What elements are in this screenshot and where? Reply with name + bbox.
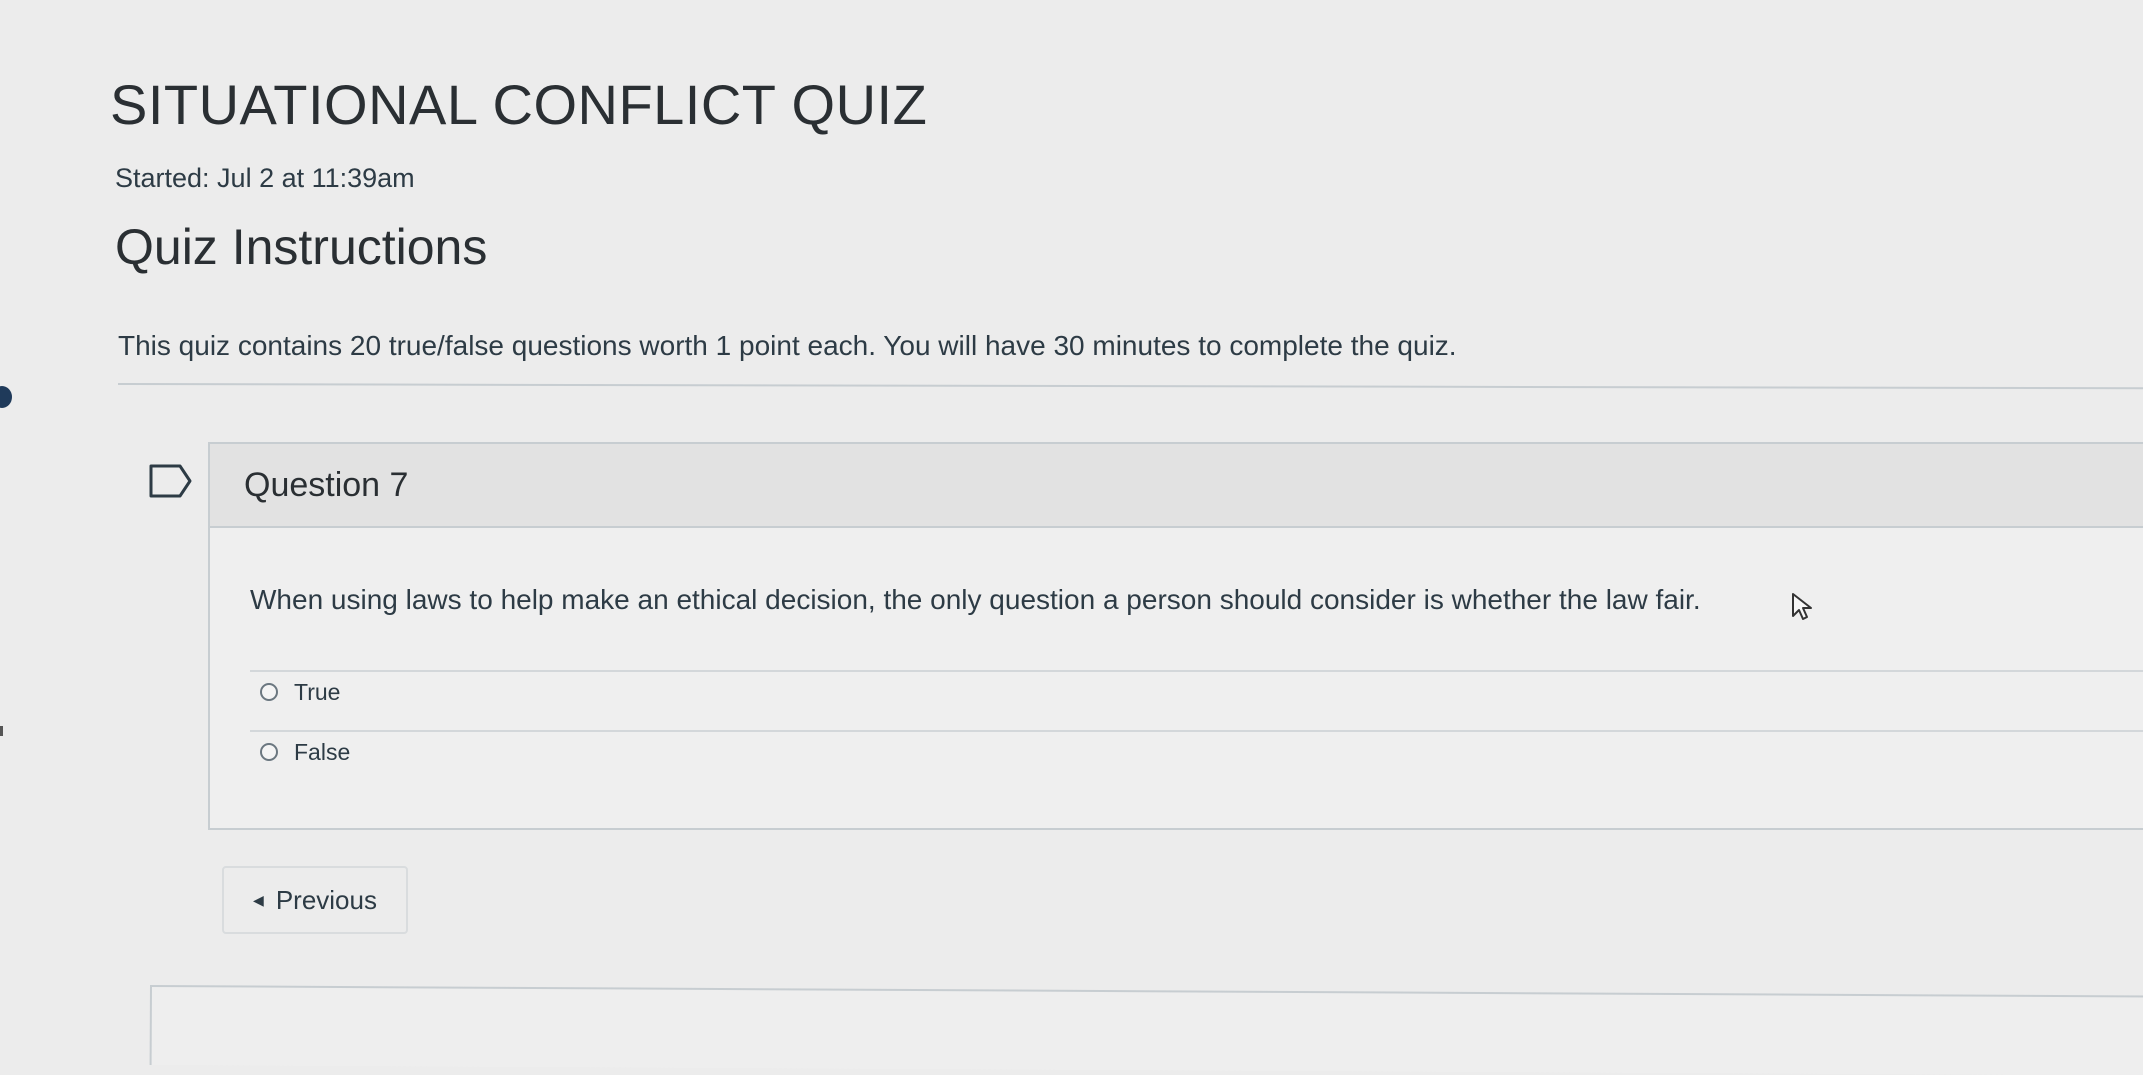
edge-mark xyxy=(0,726,3,736)
instructions-heading: Quiz Instructions xyxy=(115,219,488,275)
divider xyxy=(117,383,2143,390)
answers-divider xyxy=(250,730,2143,732)
answers-divider xyxy=(250,670,2143,672)
answer-option-false[interactable]: False xyxy=(260,732,350,772)
flag-question-icon[interactable] xyxy=(148,463,194,499)
page-title: SITUATIONAL CONFLICT QUIZ xyxy=(110,73,928,136)
previous-button-label: Previous xyxy=(275,884,377,915)
quiz-page: SITUATIONAL CONFLICT QUIZ Started: Jul 2… xyxy=(0,0,2143,1075)
answer-label-false: False xyxy=(294,738,351,765)
answer-label-true: True xyxy=(294,678,341,705)
question-header: Question 7 xyxy=(210,444,2143,528)
question-text: When using laws to help make an ethical … xyxy=(250,584,1701,615)
question-card: Question 7 When using laws to help make … xyxy=(208,442,2143,830)
radio-button-false[interactable] xyxy=(260,743,278,761)
mouse-cursor-icon xyxy=(1792,593,1812,620)
caret-left-icon: ◀ xyxy=(253,891,264,908)
previous-button[interactable]: ◀ Previous xyxy=(222,866,408,934)
answer-option-true[interactable]: True xyxy=(260,672,340,712)
started-timestamp: Started: Jul 2 at 11:39am xyxy=(115,163,415,193)
question-number: Question 7 xyxy=(244,466,409,504)
instructions-text: This quiz contains 20 true/false questio… xyxy=(118,330,1457,361)
edge-indicator-icon xyxy=(0,386,12,408)
bottom-panel xyxy=(149,985,2143,1075)
radio-button-true[interactable] xyxy=(260,683,278,701)
